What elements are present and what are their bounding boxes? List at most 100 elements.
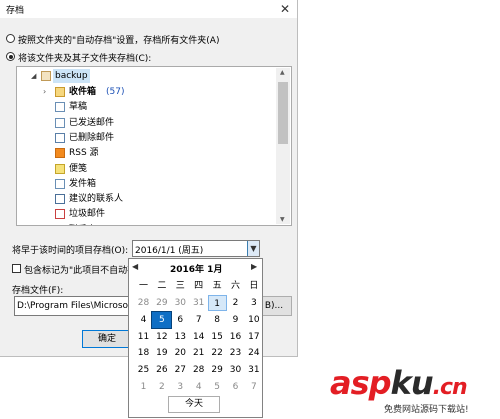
calendar-day[interactable]: 14 — [189, 329, 208, 345]
weekday-header: 二 — [157, 281, 167, 291]
radio-archive-all-label[interactable]: 按照文件夹的"自动存档"设置，存档所有文件夹(A) — [18, 33, 219, 46]
watermark-asp: asp — [330, 364, 392, 402]
junk-icon — [55, 209, 65, 220]
calendar-day[interactable]: 29 — [208, 362, 227, 378]
title-bar — [0, 0, 297, 18]
tree-item-label: 已删除邮件 — [69, 132, 115, 143]
calendar-month[interactable]: 2016年 1月 — [170, 262, 222, 275]
calendar-day[interactable]: 12 — [152, 329, 171, 345]
include-label[interactable]: 包含标记为"此项目不自动存 — [24, 263, 128, 276]
calendar-day[interactable]: 8 — [208, 312, 227, 328]
outbox-icon — [55, 178, 65, 189]
tree-item-label: 已发送邮件 — [69, 117, 115, 128]
window-title: 存档 — [6, 6, 25, 16]
calendar-day[interactable]: 11 — [134, 329, 153, 345]
archive-before-label: 将早于该时间的项目存档(O): — [12, 246, 129, 256]
calendar-day[interactable]: 7 — [189, 312, 208, 328]
tree-item-label: RSS 源 — [69, 148, 99, 159]
contact-icon — [55, 224, 65, 225]
calendar-day[interactable]: 1 — [207, 295, 227, 311]
calendar-day[interactable]: 5 — [151, 310, 173, 329]
inbox-icon — [55, 87, 65, 97]
weekday-header: 一 — [138, 281, 148, 291]
calendar-day[interactable]: 16 — [226, 329, 245, 345]
calendar-day[interactable]: 5 — [208, 379, 227, 395]
calendar-day[interactable]: 7 — [244, 379, 263, 395]
calendar-day[interactable]: 28 — [134, 295, 153, 311]
scroll-up-icon[interactable]: ▲ — [280, 69, 285, 76]
tree-scroll-thumb[interactable] — [278, 82, 288, 144]
chevron-right-icon[interactable]: › — [43, 85, 46, 99]
close-icon[interactable]: ✕ — [276, 0, 294, 18]
calendar-day[interactable]: 13 — [171, 329, 190, 345]
calendar-day[interactable]: 10 — [244, 312, 263, 328]
next-month-icon[interactable]: ▶ — [251, 262, 257, 271]
calendar-day[interactable]: 2 — [226, 295, 245, 311]
calendar-day[interactable]: 28 — [189, 362, 208, 378]
note-icon — [55, 163, 65, 174]
calendar-day[interactable]: 24 — [244, 345, 263, 361]
draft-icon — [55, 102, 65, 113]
calendar-day[interactable]: 6 — [226, 379, 245, 395]
weekday-header: 三 — [175, 281, 185, 291]
calendar-day[interactable]: 20 — [171, 345, 190, 361]
calendar-day[interactable]: 30 — [226, 362, 245, 378]
calendar-day[interactable]: 25 — [134, 362, 153, 378]
chevron-down-icon[interactable]: ◢ — [31, 69, 36, 83]
calendar-day[interactable]: 29 — [152, 295, 171, 311]
tree-item-label: 便笺 — [69, 163, 88, 174]
weekday-header: 六 — [230, 281, 240, 291]
include-checkbox[interactable] — [12, 264, 21, 273]
weekday-header: 四 — [194, 281, 204, 291]
calendar-day[interactable]: 22 — [208, 345, 227, 361]
calendar-day[interactable]: 3 — [244, 295, 263, 311]
calendar-day[interactable]: 17 — [244, 329, 263, 345]
calendar-day[interactable]: 15 — [208, 329, 227, 345]
unread-count-badge: (57) — [106, 87, 125, 97]
calendar-day[interactable]: 19 — [152, 345, 171, 361]
calendar-day[interactable]: 31 — [244, 362, 263, 378]
folder-tree[interactable]: ◢ backup › 收件箱 (57) 草稿 已发送邮件 已删除邮件 RSS 源便笺 发件箱建… — [16, 66, 292, 226]
ok-button[interactable]: 确定 — [82, 330, 132, 348]
rss-icon — [55, 148, 65, 159]
tree-item-label: 建议的联系人 — [69, 194, 124, 205]
tree-item-label: 收件箱 — [69, 87, 97, 97]
scroll-down-icon[interactable]: ▼ — [280, 216, 285, 223]
calendar-day[interactable]: 9 — [226, 312, 245, 328]
contact-icon — [55, 194, 65, 205]
chevron-right-icon[interactable]: › — [43, 223, 46, 226]
calendar-day[interactable]: 2 — [152, 379, 171, 395]
weekday-header: 日 — [249, 281, 259, 291]
radio-archive-all[interactable] — [6, 34, 15, 43]
calendar-day[interactable]: 21 — [189, 345, 208, 361]
watermark-subtitle: 免费网站源码下载站! — [384, 405, 469, 415]
prev-month-icon[interactable]: ◀ — [132, 262, 138, 271]
chevron-down-icon[interactable]: ▼ — [247, 241, 259, 256]
calendar-day[interactable]: 18 — [134, 345, 153, 361]
watermark-ku: ku — [390, 364, 434, 402]
calendar-day[interactable]: 4 — [189, 379, 208, 395]
mailbox-icon — [41, 71, 51, 81]
calendar-day[interactable]: 4 — [134, 312, 153, 328]
watermark-logo: aspku.cn — [330, 364, 468, 402]
tree-item-label: 草稿 — [69, 102, 88, 113]
calendar-day[interactable]: 23 — [226, 345, 245, 361]
calendar-day[interactable]: 31 — [189, 295, 208, 311]
calendar-day[interactable]: 1 — [134, 379, 153, 395]
calendar-day[interactable]: 30 — [171, 295, 190, 311]
tree-item-label: 联系人 — [69, 223, 96, 226]
radio-archive-folder-label[interactable]: 将该文件夹及其子文件夹存档(C): — [18, 51, 151, 64]
archive-file-label: 存档文件(F): — [12, 286, 64, 296]
calendar-day[interactable]: 6 — [171, 312, 190, 328]
trash-icon — [55, 132, 65, 143]
today-button[interactable]: 今天 — [168, 396, 220, 413]
tree-item-label: 垃圾邮件 — [69, 209, 106, 220]
calendar-day[interactable]: 3 — [171, 379, 190, 395]
sent-icon — [55, 117, 65, 128]
calendar-day[interactable]: 27 — [171, 362, 190, 378]
calendar-day[interactable]: 26 — [152, 362, 171, 378]
radio-archive-folder[interactable] — [6, 52, 15, 61]
tree-item-label: 发件箱 — [69, 178, 97, 189]
archive-date-value: 2016/1/1 (周五) — [135, 246, 204, 256]
archive-file-input[interactable]: D:\Program Files\Microsoft — [14, 296, 134, 316]
